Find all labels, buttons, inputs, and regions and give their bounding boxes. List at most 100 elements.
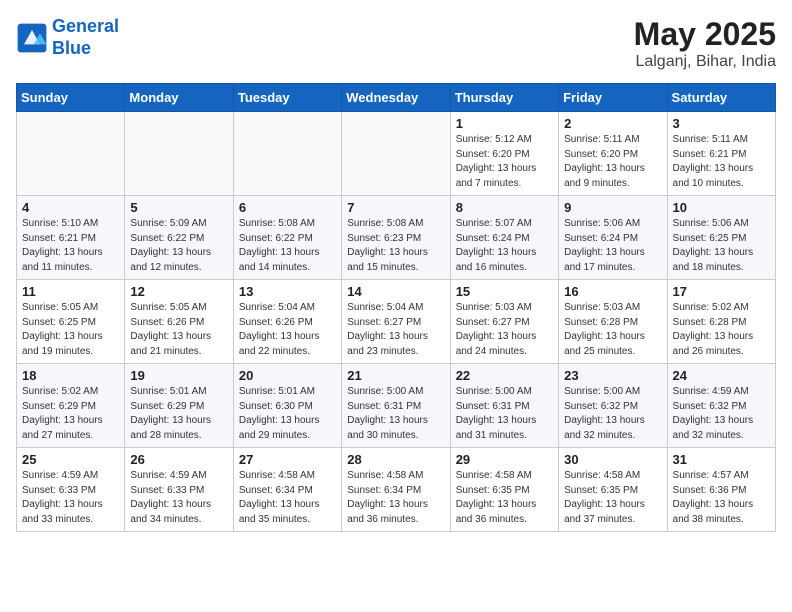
day-number: 10 xyxy=(673,200,770,215)
calendar-table: SundayMondayTuesdayWednesdayThursdayFrid… xyxy=(16,83,776,532)
day-number: 22 xyxy=(456,368,553,383)
calendar-cell: 14 Sunrise: 5:04 AM Sunset: 6:27 PM Dayli… xyxy=(342,280,450,364)
day-info: Sunrise: 5:00 AM Sunset: 6:31 PM Dayligh… xyxy=(456,385,553,443)
day-number: 28 xyxy=(347,452,444,467)
day-number: 13 xyxy=(239,284,336,299)
day-info: Sunrise: 5:02 AM Sunset: 6:29 PM Dayligh… xyxy=(22,385,119,443)
day-info: Sunrise: 5:06 AM Sunset: 6:25 PM Dayligh… xyxy=(673,217,770,275)
month-title: May 2025 xyxy=(634,16,776,53)
calendar-cell: 31Sunrise: 4:57 AM Sunset: 6:36 PM Dayli… xyxy=(667,448,775,532)
day-number: 17 xyxy=(673,284,770,299)
calendar-cell: 15Sunrise: 5:03 AM Sunset: 6:27 PM Dayli… xyxy=(450,280,558,364)
calendar-cell: 28 Sunrise: 4:58 AM Sunset: 6:34 PM Dayli… xyxy=(342,448,450,532)
day-info: Sunrise: 5:04 AM Sunset: 6:27 PM Dayligh… xyxy=(347,301,444,359)
calendar-cell: 17 Sunrise: 5:02 AM Sunset: 6:28 PM Dayli… xyxy=(667,280,775,364)
day-number: 14 xyxy=(347,284,444,299)
day-number: 16 xyxy=(564,284,661,299)
day-info: Sunrise: 5:03 AM Sunset: 6:28 PM Dayligh… xyxy=(564,301,661,359)
day-number: 26 xyxy=(130,452,227,467)
day-number: 24 xyxy=(673,368,770,383)
day-number: 25 xyxy=(22,452,119,467)
day-info: Sunrise: 4:58 AM Sunset: 6:34 PM Dayligh… xyxy=(347,469,444,527)
page-header: General Blue May 2025 Lalganj, Bihar, In… xyxy=(16,16,776,71)
weekday-header-tuesday: Tuesday xyxy=(233,84,341,112)
calendar-cell: 12 Sunrise: 5:05 AM Sunset: 6:26 PM Dayli… xyxy=(125,280,233,364)
calendar-cell: 3 Sunrise: 5:11 AM Sunset: 6:21 PM Daylig… xyxy=(667,112,775,196)
calendar-cell: 7 Sunrise: 5:08 AM Sunset: 6:23 PM Daylig… xyxy=(342,196,450,280)
day-number: 1 xyxy=(456,116,553,131)
logo-icon xyxy=(16,22,48,54)
day-number: 23 xyxy=(564,368,661,383)
day-info: Sunrise: 5:04 AM Sunset: 6:26 PM Dayligh… xyxy=(239,301,336,359)
calendar-cell: 25 Sunrise: 4:59 AM Sunset: 6:33 PM Dayli… xyxy=(17,448,125,532)
day-number: 19 xyxy=(130,368,227,383)
calendar-cell xyxy=(17,112,125,196)
calendar-week-row: 18 Sunrise: 5:02 AM Sunset: 6:29 PM Dayli… xyxy=(17,364,776,448)
day-number: 3 xyxy=(673,116,770,131)
weekday-header-row: SundayMondayTuesdayWednesdayThursdayFrid… xyxy=(17,84,776,112)
weekday-header-saturday: Saturday xyxy=(667,84,775,112)
day-info: Sunrise: 5:06 AM Sunset: 6:24 PM Dayligh… xyxy=(564,217,661,275)
calendar-cell: 30 Sunrise: 4:58 AM Sunset: 6:35 PM Dayli… xyxy=(559,448,667,532)
day-info: Sunrise: 5:08 AM Sunset: 6:22 PM Dayligh… xyxy=(239,217,336,275)
calendar-cell: 23 Sunrise: 5:00 AM Sunset: 6:32 PM Dayli… xyxy=(559,364,667,448)
day-info: Sunrise: 5:11 AM Sunset: 6:20 PM Dayligh… xyxy=(564,133,661,191)
location: Lalganj, Bihar, India xyxy=(634,53,776,71)
weekday-header-monday: Monday xyxy=(125,84,233,112)
day-number: 30 xyxy=(564,452,661,467)
day-info: Sunrise: 5:07 AM Sunset: 6:24 PM Dayligh… xyxy=(456,217,553,275)
calendar-cell: 22 Sunrise: 5:00 AM Sunset: 6:31 PM Dayli… xyxy=(450,364,558,448)
calendar-cell: 13 Sunrise: 5:04 AM Sunset: 6:26 PM Dayli… xyxy=(233,280,341,364)
day-info: Sunrise: 5:11 AM Sunset: 6:21 PM Dayligh… xyxy=(673,133,770,191)
day-info: Sunrise: 4:59 AM Sunset: 6:32 PM Dayligh… xyxy=(673,385,770,443)
day-number: 18 xyxy=(22,368,119,383)
calendar-cell xyxy=(125,112,233,196)
calendar-cell: 19 Sunrise: 5:01 AM Sunset: 6:29 PM Dayli… xyxy=(125,364,233,448)
day-info: Sunrise: 4:59 AM Sunset: 6:33 PM Dayligh… xyxy=(130,469,227,527)
day-info: Sunrise: 5:00 AM Sunset: 6:31 PM Dayligh… xyxy=(347,385,444,443)
day-number: 29 xyxy=(456,452,553,467)
day-number: 11 xyxy=(22,284,119,299)
day-number: 7 xyxy=(347,200,444,215)
calendar-cell: 20Sunrise: 5:01 AM Sunset: 6:30 PM Dayli… xyxy=(233,364,341,448)
day-number: 27 xyxy=(239,452,336,467)
day-info: Sunrise: 5:05 AM Sunset: 6:26 PM Dayligh… xyxy=(130,301,227,359)
day-number: 15 xyxy=(456,284,553,299)
day-info: Sunrise: 5:12 AM Sunset: 6:20 PM Dayligh… xyxy=(456,133,553,191)
calendar-cell: 8 Sunrise: 5:07 AM Sunset: 6:24 PM Daylig… xyxy=(450,196,558,280)
calendar-cell: 4Sunrise: 5:10 AM Sunset: 6:21 PM Daylig… xyxy=(17,196,125,280)
day-info: Sunrise: 5:01 AM Sunset: 6:29 PM Dayligh… xyxy=(130,385,227,443)
logo-text: General Blue xyxy=(52,16,119,59)
day-number: 6 xyxy=(239,200,336,215)
calendar-cell: 11 Sunrise: 5:05 AM Sunset: 6:25 PM Dayli… xyxy=(17,280,125,364)
calendar-cell: 18 Sunrise: 5:02 AM Sunset: 6:29 PM Dayli… xyxy=(17,364,125,448)
day-info: Sunrise: 5:05 AM Sunset: 6:25 PM Dayligh… xyxy=(22,301,119,359)
weekday-header-friday: Friday xyxy=(559,84,667,112)
day-info: Sunrise: 4:59 AM Sunset: 6:33 PM Dayligh… xyxy=(22,469,119,527)
logo: General Blue xyxy=(16,16,119,59)
day-number: 8 xyxy=(456,200,553,215)
calendar-cell: 21 Sunrise: 5:00 AM Sunset: 6:31 PM Dayli… xyxy=(342,364,450,448)
weekday-header-thursday: Thursday xyxy=(450,84,558,112)
calendar-cell: 26 Sunrise: 4:59 AM Sunset: 6:33 PM Dayli… xyxy=(125,448,233,532)
calendar-week-row: 1 Sunrise: 5:12 AM Sunset: 6:20 PM Daylig… xyxy=(17,112,776,196)
day-number: 31 xyxy=(673,452,770,467)
calendar-cell: 29Sunrise: 4:58 AM Sunset: 6:35 PM Dayli… xyxy=(450,448,558,532)
calendar-cell xyxy=(342,112,450,196)
calendar-cell: 16 Sunrise: 5:03 AM Sunset: 6:28 PM Dayli… xyxy=(559,280,667,364)
day-number: 9 xyxy=(564,200,661,215)
day-number: 4 xyxy=(22,200,119,215)
weekday-header-sunday: Sunday xyxy=(17,84,125,112)
calendar-cell: 9 Sunrise: 5:06 AM Sunset: 6:24 PM Daylig… xyxy=(559,196,667,280)
day-number: 12 xyxy=(130,284,227,299)
day-number: 2 xyxy=(564,116,661,131)
day-info: Sunrise: 5:00 AM Sunset: 6:32 PM Dayligh… xyxy=(564,385,661,443)
day-number: 21 xyxy=(347,368,444,383)
day-number: 20 xyxy=(239,368,336,383)
weekday-header-wednesday: Wednesday xyxy=(342,84,450,112)
day-info: Sunrise: 5:08 AM Sunset: 6:23 PM Dayligh… xyxy=(347,217,444,275)
calendar-week-row: 11 Sunrise: 5:05 AM Sunset: 6:25 PM Dayli… xyxy=(17,280,776,364)
day-info: Sunrise: 4:58 AM Sunset: 6:35 PM Dayligh… xyxy=(564,469,661,527)
day-info: Sunrise: 5:02 AM Sunset: 6:28 PM Dayligh… xyxy=(673,301,770,359)
calendar-week-row: 25 Sunrise: 4:59 AM Sunset: 6:33 PM Dayli… xyxy=(17,448,776,532)
